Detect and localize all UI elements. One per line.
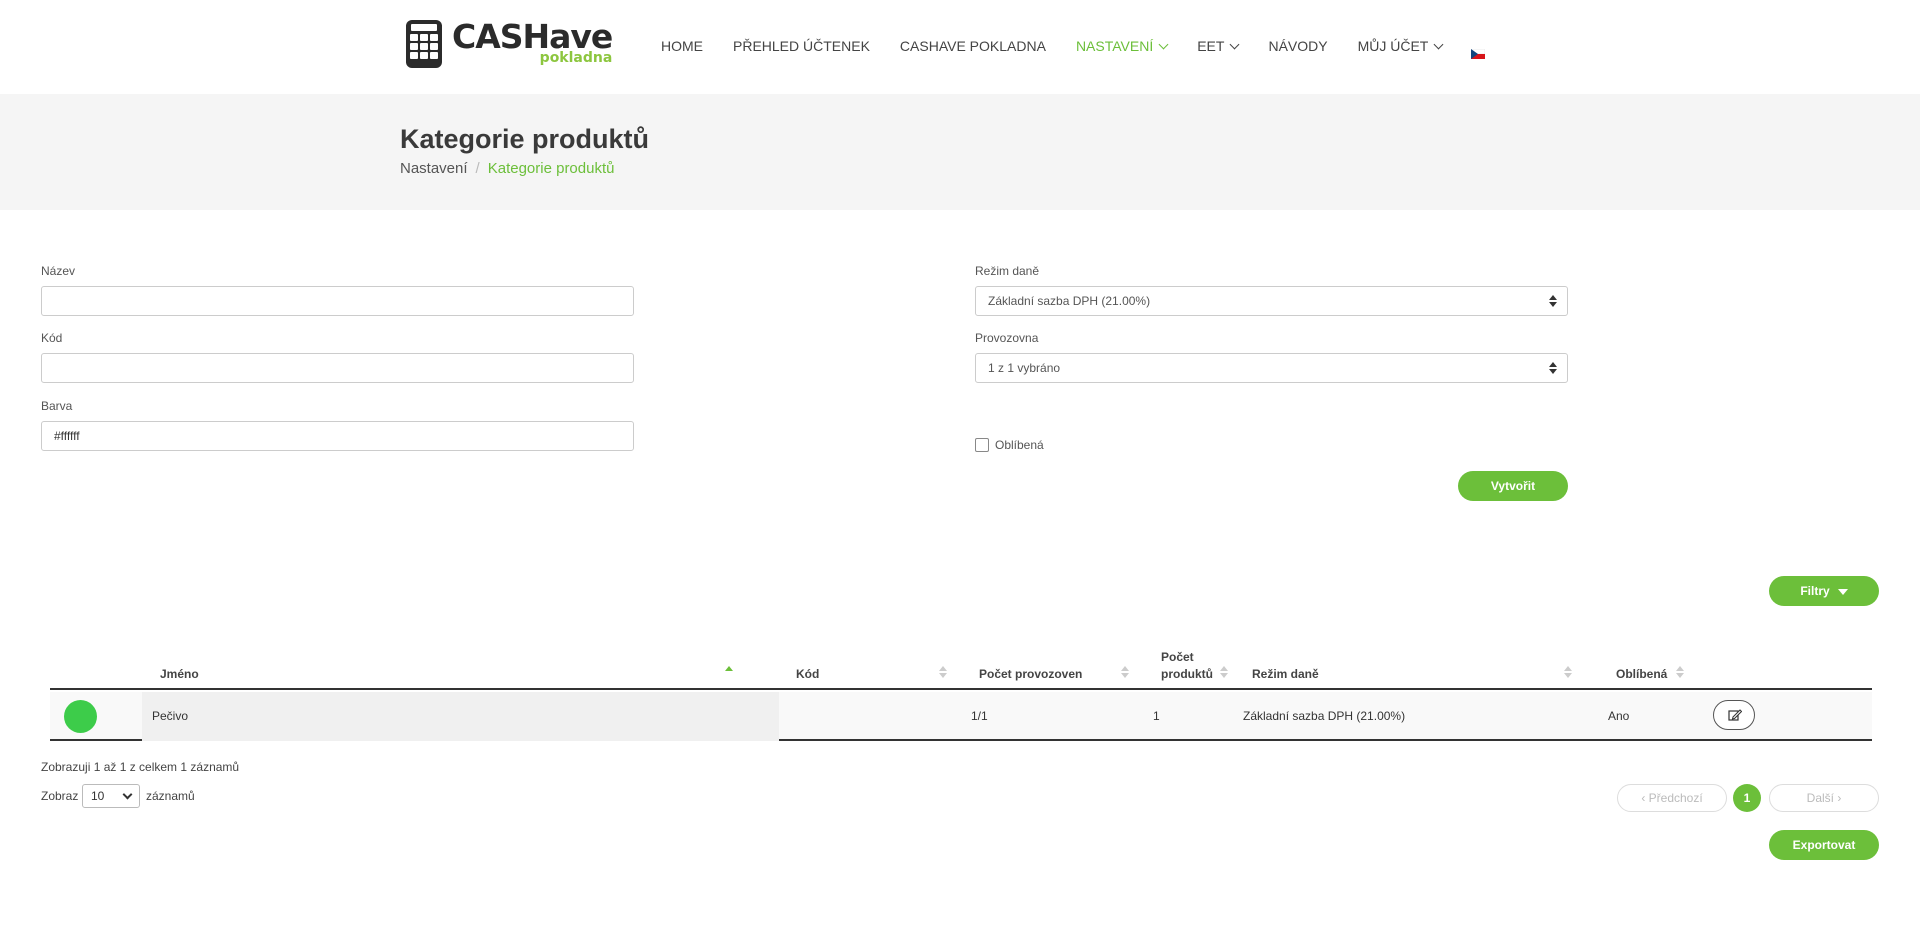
column-product-count-line2[interactable]: produktů xyxy=(1161,667,1213,681)
select-arrows-icon xyxy=(1549,362,1557,374)
site-header: CASHave pokladna HOME PŘEHLED ÚČTENEK CA… xyxy=(0,0,1920,93)
tax-select-value: Základní sazba DPH (21.00%) xyxy=(988,294,1151,308)
sort-icon[interactable] xyxy=(1564,666,1572,678)
table-row: Pečivo 1/1 1 Základní sazba DPH (21.00%)… xyxy=(50,692,1872,741)
filters-button-label: Filtry xyxy=(1800,584,1830,598)
name-input[interactable] xyxy=(41,286,634,316)
nav-account[interactable]: MŮJ ÚČET xyxy=(1358,38,1444,54)
cell-favorite: Ano xyxy=(1608,709,1630,723)
edit-icon xyxy=(1728,709,1742,721)
column-favorite[interactable]: Oblíbená xyxy=(1616,667,1667,681)
edit-button[interactable] xyxy=(1713,700,1755,730)
length-prefix: Zobraz xyxy=(41,789,79,803)
calculator-icon xyxy=(406,20,442,68)
pagination-next[interactable]: Další › xyxy=(1769,784,1879,812)
branch-select-value: 1 z 1 vybráno xyxy=(988,361,1061,375)
cell-tax: Základní sazba DPH (21.00%) xyxy=(1243,709,1406,723)
column-product-count-line1[interactable]: Počet xyxy=(1161,650,1194,664)
sort-icon[interactable] xyxy=(939,666,947,678)
sort-icon[interactable] xyxy=(1220,666,1228,678)
nav-eet[interactable]: EET xyxy=(1197,38,1240,54)
logo-subtitle: pokladna xyxy=(539,50,613,66)
breadcrumb-separator: / xyxy=(475,160,480,177)
chevron-down-icon xyxy=(122,789,133,800)
table-info: Zobrazuji 1 až 1 z celkem 1 záznamů xyxy=(41,760,240,774)
favorite-checkbox-label: Oblíbená xyxy=(995,438,1044,452)
column-code[interactable]: Kód xyxy=(796,667,819,681)
favorite-checkbox-row: Oblíbená xyxy=(975,438,1044,452)
nav-settings[interactable]: NASTAVENÍ xyxy=(1076,38,1169,54)
breadcrumb: Nastavení / Kategorie produktů xyxy=(400,160,614,177)
length-suffix: záznamů xyxy=(146,789,195,803)
page-title: Kategorie produktů xyxy=(400,124,650,154)
select-arrows-icon xyxy=(1549,295,1557,307)
category-color-swatch xyxy=(64,700,97,733)
favorite-checkbox[interactable] xyxy=(975,438,989,452)
breadcrumb-current: Kategorie produktů xyxy=(487,160,615,177)
export-button[interactable]: Exportovat xyxy=(1769,830,1879,860)
table-header: Jméno Kód Počet provozoven Počet produkt… xyxy=(50,640,1872,690)
code-label: Kód xyxy=(41,331,63,345)
czech-flag-icon[interactable] xyxy=(1471,49,1485,59)
branch-select[interactable]: 1 z 1 vybráno xyxy=(975,353,1568,383)
tax-select[interactable]: Základní sazba DPH (21.00%) xyxy=(975,286,1568,316)
pagination-previous[interactable]: ‹ Předchozí xyxy=(1617,784,1727,812)
chevron-down-icon xyxy=(1230,39,1240,49)
page-length-select[interactable]: 10 xyxy=(82,784,140,808)
branch-label: Provozovna xyxy=(975,331,1039,345)
chevron-down-icon xyxy=(1433,39,1444,49)
tax-label: Režim daně xyxy=(975,264,1040,278)
logo-name: CASHave xyxy=(452,17,613,56)
cell-product-count: 1 xyxy=(1153,709,1160,723)
cell-branch-count: 1/1 xyxy=(971,709,988,723)
column-tax[interactable]: Režim daně xyxy=(1252,667,1319,681)
code-input[interactable] xyxy=(41,353,634,383)
sort-asc-icon[interactable] xyxy=(725,666,733,678)
page-header: Kategorie produktů Nastavení / Kategorie… xyxy=(0,94,1920,210)
nav-pos[interactable]: CASHAVE POKLADNA xyxy=(900,38,1046,54)
filters-button[interactable]: Filtry xyxy=(1769,576,1879,606)
main-nav: HOME PŘEHLED ÚČTENEK CASHAVE POKLADNA NA… xyxy=(661,38,1472,54)
cashave-logo[interactable]: CASHave pokladna xyxy=(406,20,616,72)
page-length-value: 10 xyxy=(91,789,105,803)
color-label: Barva xyxy=(41,399,73,413)
breadcrumb-settings[interactable]: Nastavení xyxy=(400,160,468,177)
sort-icon[interactable] xyxy=(1676,666,1684,678)
nav-home[interactable]: HOME xyxy=(661,38,703,54)
cell-name: Pečivo xyxy=(152,709,189,723)
chevron-down-icon xyxy=(1158,39,1169,49)
create-button[interactable]: Vytvořit xyxy=(1458,471,1568,501)
sort-icon[interactable] xyxy=(1121,666,1129,678)
name-label: Název xyxy=(41,264,76,278)
column-branch-count[interactable]: Počet provozoven xyxy=(979,667,1082,681)
column-name[interactable]: Jméno xyxy=(160,667,199,681)
color-input[interactable] xyxy=(41,421,634,451)
nav-receipts[interactable]: PŘEHLED ÚČTENEK xyxy=(733,38,870,54)
pagination-page-1[interactable]: 1 xyxy=(1733,784,1761,812)
caret-down-icon xyxy=(1837,588,1848,595)
nav-guides[interactable]: NÁVODY xyxy=(1268,38,1327,54)
